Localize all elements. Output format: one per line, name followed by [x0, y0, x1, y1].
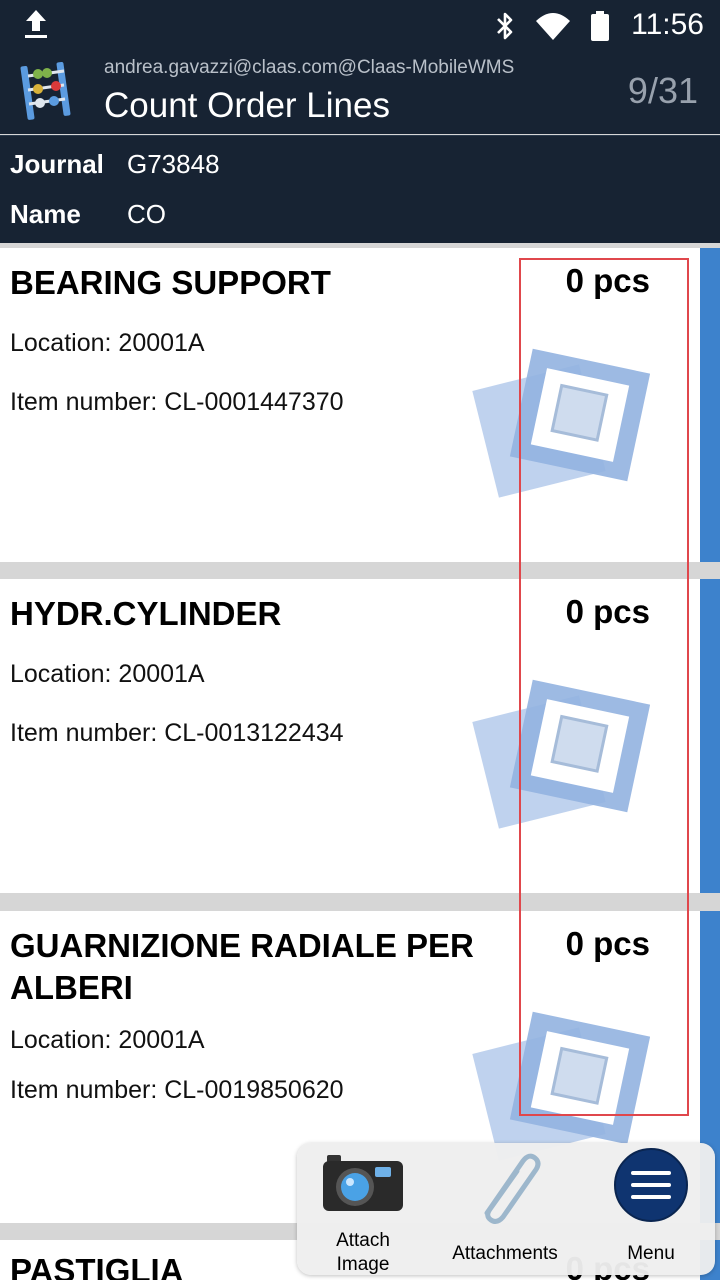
journal-row: Journal G73848 — [10, 149, 220, 180]
menu-label: Menu — [627, 1243, 675, 1264]
abacus-icon — [20, 61, 71, 120]
action-panel: Attach Image Attachments Menu — [297, 1143, 715, 1275]
quantity-column-highlight — [519, 258, 689, 1116]
item-number: Item number: CL-0001447370 — [10, 388, 344, 416]
item-location: Location: 20001A — [10, 1026, 205, 1054]
line-counter: 9/31 — [627, 70, 698, 111]
clock: 11:56 — [631, 8, 704, 41]
row-accent — [700, 248, 720, 562]
attach-image-button[interactable]: Attach Image — [315, 1147, 411, 1275]
row-accent — [700, 579, 720, 893]
attach-image-label: Attach Image — [336, 1230, 390, 1275]
name-row: Name CO — [10, 199, 166, 230]
paperclip-icon — [484, 1153, 541, 1224]
item-name: HYDR.CYLINDER — [10, 595, 282, 632]
item-location: Location: 20001A — [10, 660, 205, 688]
attachments-label: Attachments — [452, 1243, 558, 1264]
wifi-icon — [536, 13, 570, 40]
name-label: Name — [10, 199, 81, 229]
item-number: Item number: CL-0013122434 — [10, 719, 344, 747]
page-title: Count Order Lines — [104, 86, 390, 125]
item-name: GUARNIZIONE RADIALE PER ALBERI — [10, 927, 474, 1006]
name-value: CO — [127, 199, 166, 229]
battery-icon — [591, 11, 609, 41]
item-location: Location: 20001A — [10, 329, 205, 357]
user-account: andrea.gavazzi@claas.com@Claas-MobileWMS — [104, 57, 515, 78]
journal-info: Journal G73848 Name CO — [0, 135, 720, 243]
status-bar: 11:56 — [0, 0, 720, 48]
journal-value: G73848 — [127, 149, 220, 179]
app-header: andrea.gavazzi@claas.com@Claas-MobileWMS… — [0, 48, 720, 134]
bluetooth-icon — [497, 12, 513, 40]
item-name: BEARING SUPPORT — [10, 264, 331, 301]
upload-icon — [25, 10, 47, 38]
attachments-button[interactable]: Attachments — [443, 1147, 567, 1264]
camera-icon — [323, 1155, 403, 1211]
journal-label: Journal — [10, 149, 104, 179]
menu-icon — [614, 1148, 688, 1222]
menu-button[interactable]: Menu — [597, 1147, 705, 1264]
item-number: Item number: CL-0019850620 — [10, 1076, 344, 1104]
